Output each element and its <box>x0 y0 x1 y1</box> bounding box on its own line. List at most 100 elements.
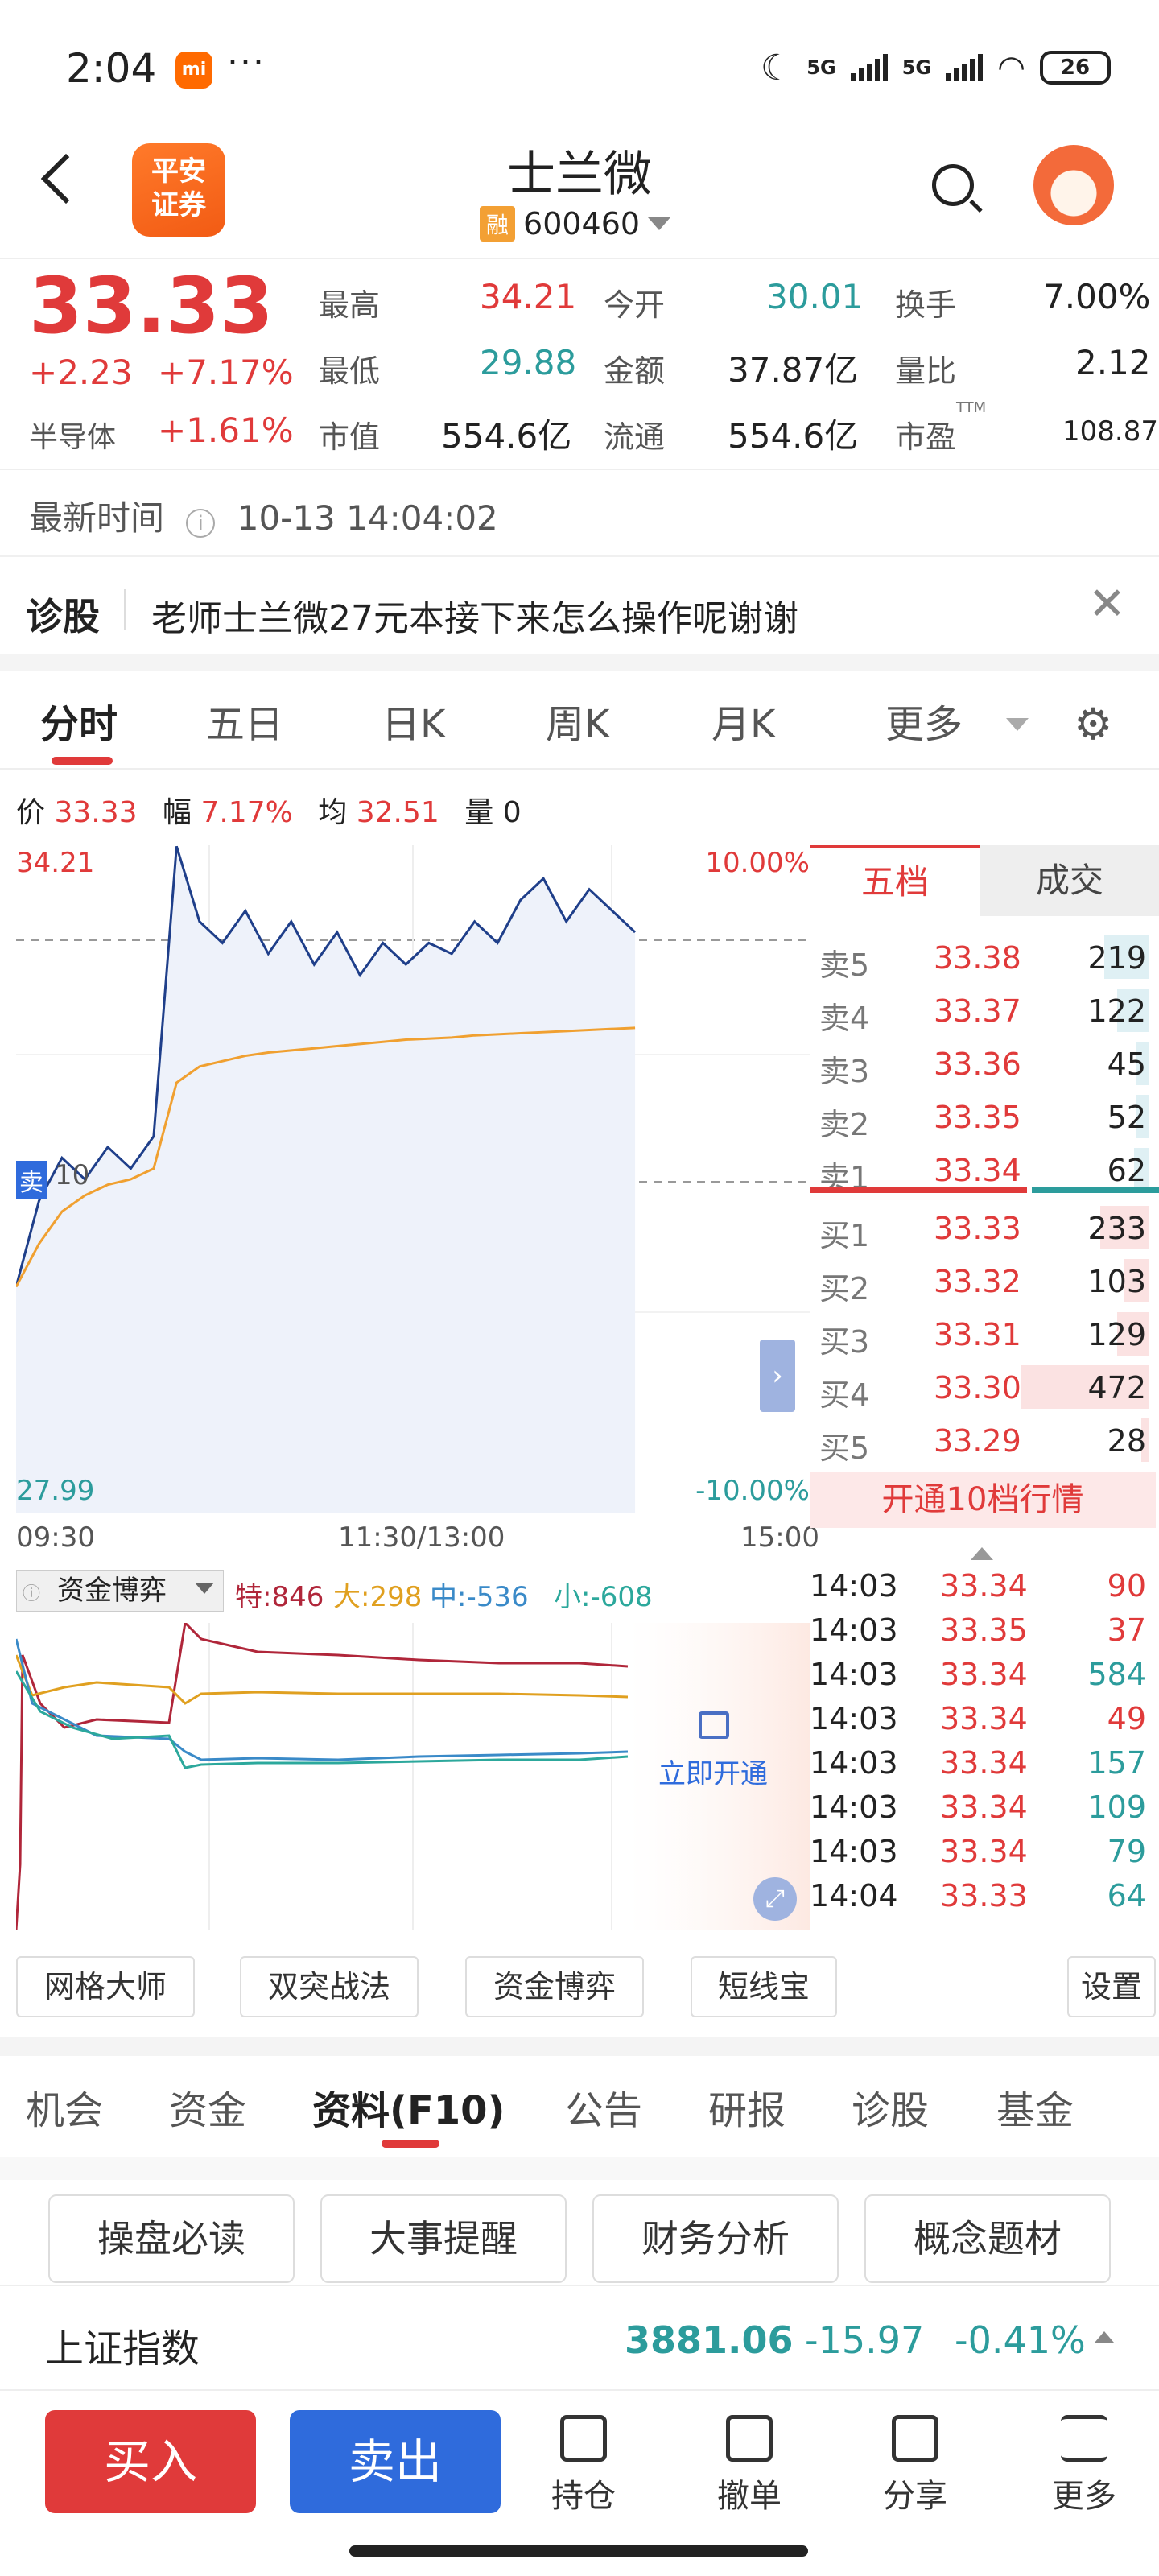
stock-code-selector[interactable]: 融 600460 <box>480 206 671 242</box>
tab-intraday[interactable]: 分时 <box>40 692 118 749</box>
intraday-chart[interactable]: 34.21 10.00% 27.99 -10.00% 卖 10 › <box>14 845 810 1513</box>
fullscreen-icon[interactable]: ⤢ <box>753 1877 797 1921</box>
close-icon[interactable]: ✕ <box>1088 578 1126 630</box>
avg-label: 均 <box>318 796 348 829</box>
tab-opportunity[interactable]: 机会 <box>26 2079 103 2135</box>
tab-f10[interactable]: 资料(F10) <box>312 2079 505 2135</box>
index-change: -15.97 <box>805 2318 925 2362</box>
settings-button[interactable]: 设置 <box>1067 1956 1156 2017</box>
nav-share[interactable]: 分享 <box>863 2415 967 2516</box>
market-index-bar[interactable]: 上证指数 3881.06 -15.97 -0.41% <box>0 2285 1159 2389</box>
tab-trades[interactable]: 成交 <box>980 845 1159 916</box>
stock-name: 士兰微 <box>507 147 652 203</box>
tab-daily-k[interactable]: 日K <box>382 692 445 749</box>
sell-marker-number: 10 <box>55 1159 90 1191</box>
fund-da: 大:298 <box>333 1581 423 1613</box>
unlock-button[interactable]: 立即开通 <box>658 1752 768 1791</box>
btn-trading-must-read[interactable]: 操盘必读 <box>48 2194 295 2283</box>
diagnose-banner[interactable]: 诊股 老师士兰微27元本接下来怎么操作呢谢谢 ✕ <box>0 555 1159 660</box>
fund-game-header: 资金博弈 ⓘ 特:846 大:298 中:-536 小:-608 <box>16 1567 810 1615</box>
amp-label: 幅 <box>162 796 192 829</box>
tick-row: 14:03 33.34 90 <box>810 1565 1156 1610</box>
bid-level[interactable]: 买1 33.33 233 <box>810 1201 1156 1254</box>
sell-marker[interactable]: 卖 <box>16 1161 47 1199</box>
tick-price: 33.34 <box>940 1657 1028 1692</box>
btn-financial-analysis[interactable]: 财务分析 <box>592 2194 839 2283</box>
nav-positions-label: 持仓 <box>551 2478 616 2515</box>
index-change-pct: -0.41% <box>955 2318 1086 2362</box>
tab-monthly-k[interactable]: 月K <box>711 692 775 749</box>
nav-positions[interactable]: 持仓 <box>531 2415 636 2516</box>
dropdown-icon <box>195 1583 214 1594</box>
ask-level[interactable]: 卖5 33.38 219 <box>810 931 1156 984</box>
expand-panel-icon[interactable]: › <box>760 1340 795 1412</box>
more-dropdown-icon[interactable] <box>1006 718 1029 731</box>
latest-time-label: 最新时间 <box>29 498 165 538</box>
price-label: 价 <box>16 796 46 829</box>
level-label: 卖5 <box>819 947 870 983</box>
tab-research[interactable]: 研报 <box>708 2079 786 2135</box>
section-gap <box>0 654 1159 671</box>
amount-label: 金额 <box>604 353 666 389</box>
divider <box>0 469 1159 470</box>
tool-grid-master[interactable]: 网格大师 <box>16 1956 195 2017</box>
bid-level[interactable]: 买2 33.32 103 <box>810 1254 1156 1307</box>
more-notifications-icon: ··· <box>227 42 266 83</box>
tab-five-day[interactable]: 五日 <box>206 692 283 749</box>
lock-icon <box>699 1711 729 1739</box>
level-price: 33.29 <box>934 1423 1021 1459</box>
tab-funds[interactable]: 资金 <box>169 2079 246 2135</box>
bid-level[interactable]: 买4 33.30 472 <box>810 1360 1156 1414</box>
tick-time: 14:03 <box>810 1790 898 1825</box>
fund-game-chart: 立即开通 ⤢ <box>14 1620 810 1931</box>
x-axis-end: 15:00 <box>740 1521 819 1554</box>
level-volume: 233 <box>1087 1211 1146 1246</box>
bid-level[interactable]: 买5 33.29 28 <box>810 1414 1156 1467</box>
pe-ttm-label: TTM <box>956 399 987 416</box>
ask-level[interactable]: 卖4 33.37 122 <box>810 984 1156 1037</box>
nav-more[interactable]: 更多 <box>1032 2415 1136 2516</box>
nav-cancel-order[interactable]: 撤单 <box>697 2415 802 2516</box>
gear-icon[interactable]: ⚙ <box>1074 699 1112 749</box>
signal-icon-2 <box>946 54 984 81</box>
tick-vol: 64 <box>1107 1878 1146 1913</box>
tool-short-line[interactable]: 短线宝 <box>691 1956 837 2017</box>
buy-button[interactable]: 买入 <box>45 2410 256 2513</box>
tab-funds-holding[interactable]: 基金 <box>996 2079 1074 2135</box>
tab-announcements[interactable]: 公告 <box>565 2079 642 2135</box>
upgrade-level10-button[interactable]: 开通10档行情 <box>810 1472 1156 1528</box>
tool-fund-game[interactable]: 资金博弈 <box>465 1956 644 2017</box>
level-label: 买2 <box>819 1271 870 1307</box>
fund-te: 特:846 <box>235 1581 324 1613</box>
mi-app-icon: mi <box>175 52 212 89</box>
tab-diagnose[interactable]: 诊股 <box>852 2079 929 2135</box>
info-icon[interactable]: i <box>186 509 216 538</box>
tab-five-levels[interactable]: 五档 <box>810 845 980 916</box>
f10-tab-indicator <box>382 2140 439 2148</box>
diagnose-label: 诊股 <box>26 595 100 638</box>
tab-more[interactable]: 更多 <box>885 692 963 749</box>
battery-icon: 26 <box>1040 51 1111 85</box>
level-volume: 129 <box>1087 1317 1146 1352</box>
chevron-down-icon <box>648 217 671 230</box>
btn-concepts[interactable]: 概念题材 <box>864 2194 1111 2283</box>
undo-icon <box>726 2415 773 2462</box>
ask-level[interactable]: 卖2 33.35 52 <box>810 1090 1156 1143</box>
sell-button[interactable]: 卖出 <box>290 2410 501 2513</box>
tab-weekly-k[interactable]: 周K <box>546 692 609 749</box>
chevron-up-icon[interactable] <box>971 1547 993 1560</box>
fund-game-selector[interactable]: 资金博弈 <box>16 1570 224 1612</box>
sector-change-pct: +1.61% <box>158 411 294 450</box>
sector-name[interactable]: 半导体 <box>29 414 116 456</box>
avatar[interactable] <box>1033 145 1114 225</box>
bid-level[interactable]: 买3 33.31 129 <box>810 1307 1156 1360</box>
ask-level[interactable]: 卖3 33.36 45 <box>810 1037 1156 1090</box>
tick-row: 14:03 33.34 49 <box>810 1698 1156 1743</box>
home-indicator[interactable] <box>349 2545 808 2557</box>
chevron-up-icon[interactable] <box>1095 2331 1114 2343</box>
tool-double-breakout[interactable]: 双突战法 <box>240 1956 419 2017</box>
btn-events[interactable]: 大事提醒 <box>320 2194 567 2283</box>
price-change-pct: +7.17% <box>158 353 294 392</box>
vol-ratio-value: 2.12 <box>1075 343 1151 382</box>
search-icon[interactable] <box>932 164 974 206</box>
